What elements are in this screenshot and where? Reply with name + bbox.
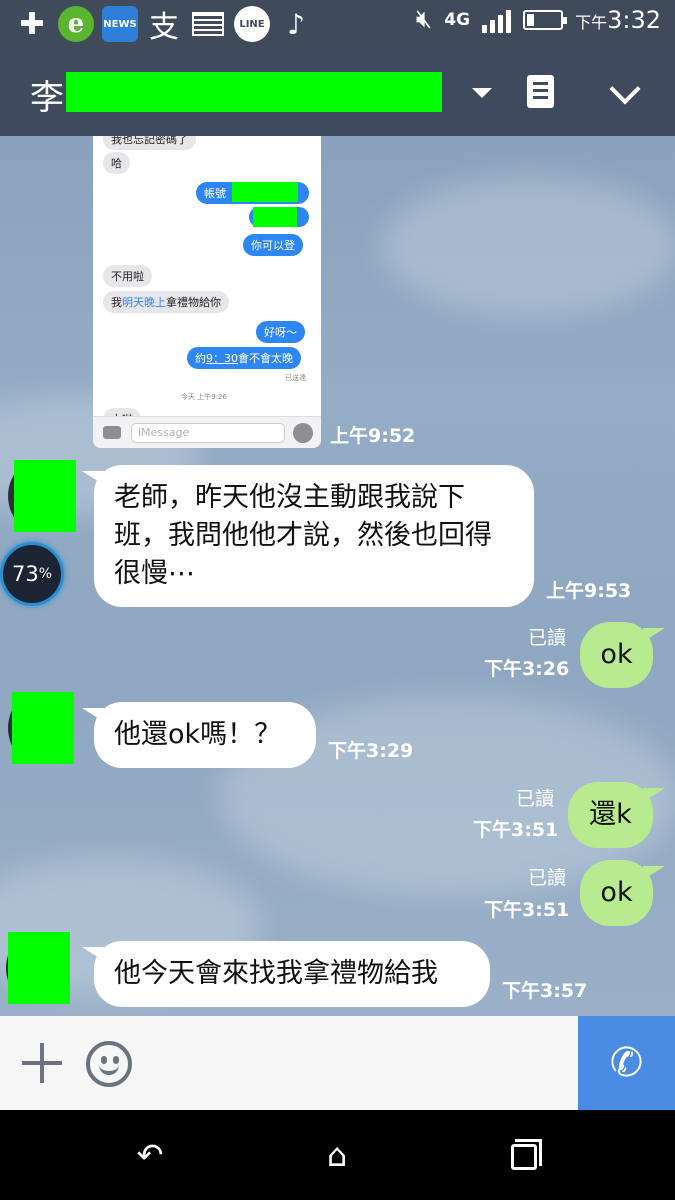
call-button[interactable]: ✆ [578,1016,675,1110]
message-time: 下午3:51 [473,819,559,841]
message-time: 下午3:57 [502,980,588,1002]
browser-icon: e [58,6,94,42]
ss-message: 好呀～ [256,321,305,343]
contact-name-redaction [66,72,442,112]
message-bubble-incoming[interactable]: 老師，昨天他沒主動跟我說下班，我問他他才說，然後也回得很慢⋯ [82,465,534,607]
ss-message: 你可以登 [243,234,303,256]
ss-date-stamp: 今天 上午9:26 [181,393,227,401]
contact-name[interactable]: 李 [30,70,64,119]
microphone-icon [293,423,313,443]
avatar-redaction [14,460,76,532]
ss-redaction [232,182,298,202]
ss-redaction [253,207,297,227]
read-receipt: 已讀 [528,627,567,649]
camera-icon [103,426,121,439]
message-bubble-outgoing[interactable]: ok [580,860,665,926]
message-time: 下午3:29 [328,740,414,762]
back-icon[interactable]: ↶ [133,1138,167,1172]
message-bubble-incoming[interactable]: 他今天會來找我拿禮物給我 [82,941,490,1007]
plus-icon[interactable] [22,1043,62,1083]
news-icon: NEWS [102,6,138,42]
emoji-icon[interactable] [86,1041,132,1087]
message-bubble-incoming[interactable]: 他還ok嗎！？ [82,702,316,768]
system-nav-bar: ↶ ⌂ [0,1110,675,1200]
phone-icon: ✆ [609,1040,644,1086]
ss-delivered: 已送達 [285,374,306,382]
chat-header: 李 [0,48,675,136]
ss-message: 約9：30會不會太晚 [187,347,301,369]
message-bubble-outgoing[interactable]: 還k [568,782,665,848]
add-icon: ✚ [19,6,45,42]
read-receipt: 已讀 [516,788,555,810]
shared-image[interactable]: 我也忘記密碼了 哈 帳號 你可以登 不用啦 我明天晚上拿禮物給你 好呀～ 約9：… [93,136,321,448]
message-time: 上午9:52 [330,425,416,447]
alipay-icon: 支 [149,10,179,45]
line-icon: LINE [234,6,270,42]
collapse-chevron-icon[interactable] [609,73,641,105]
message-bubble-outgoing[interactable]: ok [580,622,665,688]
mute-icon: 🔇︎ [415,4,433,34]
ss-message: 我也忘記密碼了 [103,136,196,150]
battery-icon [523,9,568,30]
ss-message: 哈 [103,152,130,174]
music-icon: ♪ [287,7,305,41]
ss-input-bar: iMessage [93,416,321,448]
status-bar: ✚ e NEWS 支 LINE ♪ 🔇︎ 4G 下午3:32 [0,0,675,48]
message-time: 上午9:53 [546,580,632,602]
read-receipt: 已讀 [528,867,567,889]
gallery-icon [190,6,226,42]
background-cloud [380,176,675,316]
clock: 下午3:32 [575,5,661,34]
avatar-redaction [8,932,70,1004]
message-input-bar [0,1016,675,1110]
battery-overlay: 73% [0,542,64,606]
ss-message: 我明天晚上拿禮物給你 [103,291,229,313]
recent-apps-icon[interactable] [511,1139,542,1170]
notification-icons: ✚ e NEWS 支 LINE ♪ [14,6,314,45]
signal-icon [482,7,512,33]
chat-area[interactable]: 我也忘記密碼了 哈 帳號 你可以登 不用啦 我明天晚上拿禮物給你 好呀～ 約9：… [0,136,675,1016]
message-time: 下午3:26 [484,658,570,680]
avatar-redaction [12,692,74,764]
ss-message-field: iMessage [131,423,285,443]
chevron-down-icon[interactable] [472,88,492,98]
network-label: 4G [444,9,471,30]
message-time: 下午3:51 [484,899,570,921]
home-icon[interactable]: ⌂ [320,1138,354,1172]
notes-icon[interactable] [527,75,554,108]
ss-message: 不用啦 [103,265,152,287]
